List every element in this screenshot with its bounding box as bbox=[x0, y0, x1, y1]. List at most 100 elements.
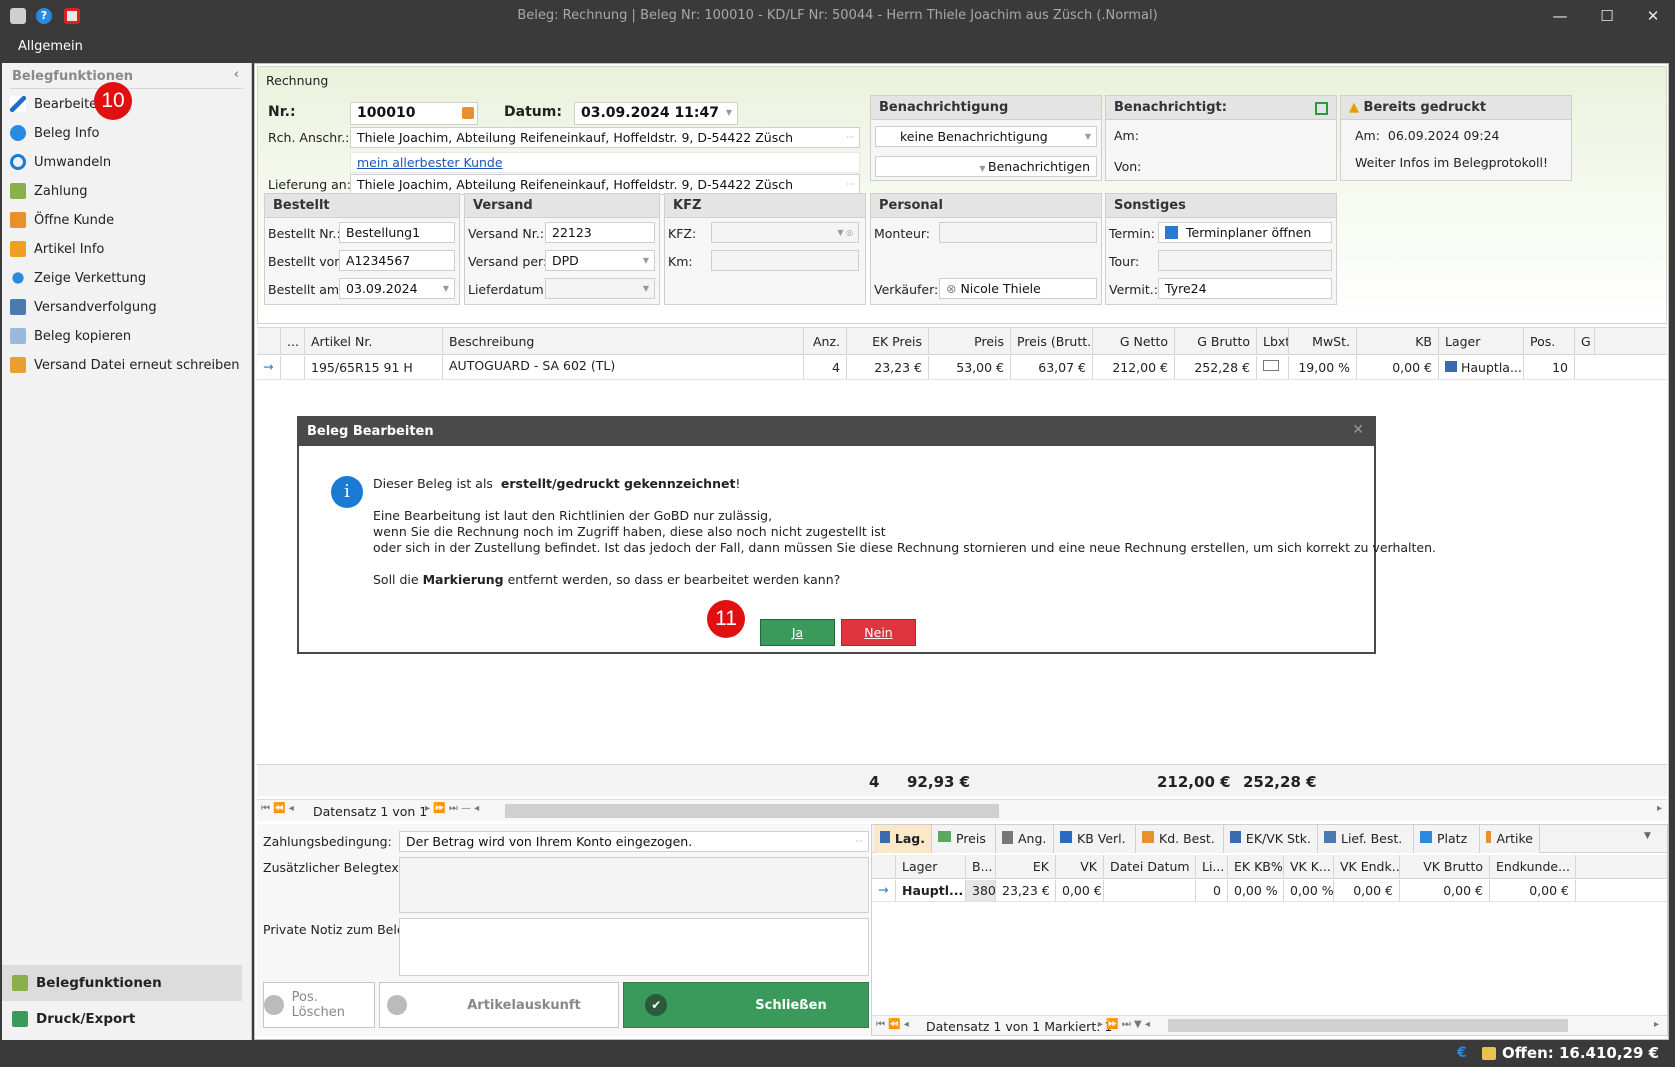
table-row[interactable]: → 195/65R15 91 H AUTOGUARD - SA 602 (TL)… bbox=[257, 356, 1667, 380]
sidebar-item-beleg-kopieren[interactable]: Beleg kopieren bbox=[10, 323, 242, 349]
bottom-right-panel: Lag. Preis Ang. KB Verl. Kd. Best. EK/VK… bbox=[871, 824, 1668, 1036]
title-bar: ? Beleg: Rechnung | Beleg Nr: 100010 - K… bbox=[0, 0, 1675, 32]
more-icon: ··· bbox=[846, 133, 854, 142]
terminplaner-button[interactable]: Terminplaner öffnen bbox=[1158, 222, 1332, 243]
schliessen-button[interactable]: ✔ Schließen bbox=[623, 982, 869, 1028]
benachrichtigung-select[interactable]: keine Benachrichtigung ▼ bbox=[875, 126, 1097, 147]
sidebar-footer-belegfunktionen[interactable]: Belegfunktionen bbox=[2, 965, 242, 1001]
copy-icon bbox=[10, 328, 26, 344]
horizontal-scrollbar[interactable] bbox=[505, 804, 999, 818]
tab-kd-best[interactable]: Kd. Best. bbox=[1136, 825, 1224, 853]
lieferdatum-field[interactable]: ▼ bbox=[545, 278, 655, 299]
info-icon bbox=[10, 125, 26, 141]
sidebar-item-zeige-verkettung[interactable]: Zeige Verkettung bbox=[10, 265, 242, 291]
versand-nr-field[interactable]: 22123 bbox=[545, 222, 655, 243]
bestellt-am-field[interactable]: 03.09.2024 ▼ bbox=[339, 278, 455, 299]
tab-preis[interactable]: Preis bbox=[932, 825, 996, 853]
customer-link-field: mein allerbester Kunde bbox=[350, 152, 860, 173]
payment-icon bbox=[10, 183, 26, 199]
tab-ekvk-stk[interactable]: EK/VK Stk. bbox=[1224, 825, 1318, 853]
window-title: Beleg: Rechnung | Beleg Nr: 100010 - KD/… bbox=[517, 8, 1158, 23]
sidebar-item-umwandeln[interactable]: Umwandeln bbox=[10, 149, 242, 175]
group-kfz: KFZ KFZ: ▼ ◎ Km: bbox=[664, 193, 866, 305]
text-icon bbox=[1257, 356, 1289, 379]
sidebar-footer-druck-export[interactable]: Druck/Export bbox=[2, 1001, 242, 1037]
warning-icon: ▲ bbox=[1349, 100, 1364, 115]
close-icon[interactable]: ✕ bbox=[1352, 422, 1364, 438]
beleg-bearbeiten-dialog: Beleg Bearbeiten ✕ i Dieser Beleg ist als… bbox=[297, 416, 1436, 654]
tab-lager[interactable]: Lag. bbox=[874, 825, 932, 853]
customer-icon bbox=[10, 212, 26, 228]
article-icon bbox=[10, 241, 26, 257]
menu-allgemein[interactable]: Allgemein bbox=[18, 39, 83, 54]
sidebar-item-oeffne-kunde[interactable]: Öffne Kunde bbox=[10, 207, 242, 233]
tour-field[interactable] bbox=[1158, 250, 1332, 271]
pencil-icon bbox=[10, 96, 26, 112]
kfz-field[interactable]: ▼ ◎ bbox=[711, 222, 859, 243]
close-button[interactable]: ✕ bbox=[1643, 6, 1663, 26]
group-benachrichtigung: Benachrichtigung keine Benachrichtigung ▼… bbox=[870, 95, 1102, 181]
ja-button[interactable]: Ja bbox=[760, 619, 835, 646]
invoice-form: Rechnung Nr.: 100010 Datum: 03.09.2024 1… bbox=[257, 66, 1667, 324]
menu-bar: Allgemein bbox=[0, 32, 1675, 62]
positions-grid-header: ... Artikel Nr. Beschreibung Anz. EK Pre… bbox=[257, 327, 1667, 355]
horizontal-scrollbar[interactable] bbox=[1168, 1019, 1568, 1032]
more-icon: ··· bbox=[846, 180, 854, 189]
group-sonstiges: Sonstiges Termin: Terminplaner öffnen To… bbox=[1105, 193, 1337, 305]
offen-total: Offen: 16.410,29 € bbox=[1502, 1044, 1660, 1062]
artikelauskunft-button[interactable]: Artikelauskunft bbox=[379, 982, 619, 1028]
group-personal: Personal Monteur: Verkäufer: ⊗ Nicole Th… bbox=[870, 193, 1102, 305]
nr-field[interactable]: 100010 bbox=[350, 102, 478, 125]
maximize-button[interactable]: ☐ bbox=[1597, 6, 1617, 26]
bestellt-nr-field[interactable]: Bestellung1 bbox=[339, 222, 455, 243]
status-bar: € Offen: 16.410,29 € bbox=[0, 1040, 1675, 1067]
subgrid-header: Lager B... EK VK Datei Datum Li... EK KB… bbox=[872, 855, 1667, 879]
collapse-icon[interactable]: ‹ bbox=[234, 67, 239, 82]
vermittler-field[interactable]: Tyre24 bbox=[1158, 278, 1332, 299]
step-badge-10: 10 bbox=[94, 82, 132, 120]
wallet-icon bbox=[1482, 1047, 1496, 1060]
customer-icon[interactable] bbox=[462, 107, 474, 119]
nein-button[interactable]: Nein bbox=[841, 619, 916, 646]
bestellt-von-field[interactable]: A1234567 bbox=[339, 250, 455, 271]
chain-icon bbox=[12, 272, 24, 284]
tab-angebot[interactable]: Ang. bbox=[996, 825, 1054, 853]
monteur-field[interactable] bbox=[939, 222, 1097, 243]
customer-link[interactable]: mein allerbester Kunde bbox=[357, 155, 503, 170]
step-badge-11: 11 bbox=[707, 600, 745, 638]
benachrichtigen-button[interactable]: ▼ Benachrichtigen bbox=[875, 156, 1097, 177]
sidebar-item-artikel-info[interactable]: Artikel Info bbox=[10, 236, 242, 262]
warehouse-icon bbox=[1445, 361, 1457, 372]
tab-platz[interactable]: Platz bbox=[1414, 825, 1480, 853]
lieferung-field[interactable]: Thiele Joachim, Abteilung Reifeneinkauf,… bbox=[350, 174, 860, 195]
belegtext-field[interactable] bbox=[399, 857, 869, 913]
group-bestellt: Bestellt Bestellt Nr.: Bestellung1 Beste… bbox=[264, 193, 460, 305]
group-versand: Versand Versand Nr.: 22123 Versand per: … bbox=[464, 193, 660, 305]
tabs-more-icon[interactable]: ▼ bbox=[1644, 831, 1651, 841]
pos-loeschen-button[interactable]: Pos. Löschen bbox=[263, 982, 375, 1028]
km-field[interactable] bbox=[711, 250, 859, 271]
notified-checkbox[interactable] bbox=[1315, 102, 1328, 115]
verkaeufer-field[interactable]: ⊗ Nicole Thiele bbox=[939, 278, 1097, 299]
versand-per-select[interactable]: DPD ▼ bbox=[545, 250, 655, 271]
zahlungsbedingung-field[interactable]: Der Betrag wird von Ihrem Konto eingezog… bbox=[399, 831, 869, 852]
tab-lief-best[interactable]: Lief. Best. bbox=[1318, 825, 1414, 853]
datum-field[interactable]: 03.09.2024 11:47 ▼ bbox=[574, 102, 738, 125]
sum-row: 4 92,93 € 212,00 € 252,28 € bbox=[257, 764, 1667, 796]
notiz-field[interactable] bbox=[399, 918, 869, 976]
minimize-button[interactable]: — bbox=[1550, 6, 1570, 26]
sidebar-item-beleg-info[interactable]: Beleg Info bbox=[10, 120, 242, 146]
tab-kb-verl[interactable]: KB Verl. bbox=[1054, 825, 1136, 853]
rch-field[interactable]: Thiele Joachim, Abteilung Reifeneinkauf,… bbox=[350, 127, 860, 148]
chevron-down-icon: ▼ bbox=[725, 108, 732, 117]
tab-artikel[interactable]: Artike bbox=[1480, 825, 1540, 853]
table-row[interactable]: → Hauptl... 380 23,23 € 0,00 € 0 0,00 % … bbox=[872, 880, 1667, 902]
sidebar-item-versand-datei[interactable]: Versand Datei erneut schreiben bbox=[10, 352, 242, 378]
grid-navigator: ⏮ ⏪ ◂ Datensatz 1 von 1 ▸ ⏩ ⏭ — ◂ ▸ bbox=[257, 799, 1667, 821]
sidebar-item-zahlung[interactable]: Zahlung bbox=[10, 178, 242, 204]
section-title: Rechnung bbox=[266, 73, 329, 88]
group-benachrichtigt: Benachrichtigt: Am: Von: bbox=[1105, 95, 1337, 181]
search-icon bbox=[387, 995, 408, 1015]
nr-label: Nr.: bbox=[268, 104, 296, 120]
sidebar-item-versandverfolgung[interactable]: Versandverfolgung bbox=[10, 294, 242, 320]
